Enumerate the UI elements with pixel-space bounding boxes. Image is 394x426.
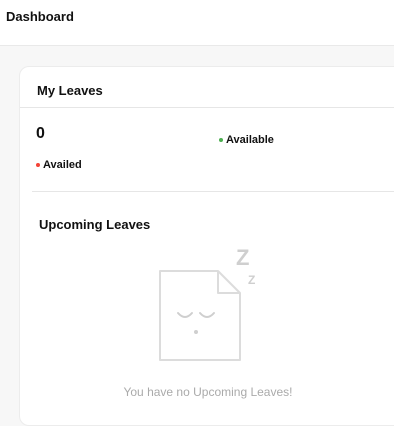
card-title: My Leaves bbox=[37, 83, 103, 98]
empty-state-message: You have no Upcoming Leaves! bbox=[123, 385, 293, 399]
available-dot-icon bbox=[219, 138, 223, 142]
leave-count: 0 bbox=[36, 125, 45, 142]
legend-availed: Availed bbox=[36, 159, 82, 171]
divider bbox=[32, 191, 394, 192]
svg-text:Z: Z bbox=[236, 245, 249, 270]
legend-available: Available bbox=[219, 134, 274, 146]
legend-available-label: Available bbox=[226, 134, 274, 146]
top-bar: Dashboard bbox=[0, 0, 394, 46]
legend-availed-label: Availed bbox=[43, 159, 82, 171]
page-title: Dashboard bbox=[6, 9, 74, 24]
svg-text:Z: Z bbox=[248, 273, 255, 287]
my-leaves-card: My Leaves 0 Available Availed Upcoming L… bbox=[19, 66, 394, 426]
availed-dot-icon bbox=[36, 163, 40, 167]
sleeping-document-icon: Z Z bbox=[156, 243, 266, 368]
upcoming-leaves-title: Upcoming Leaves bbox=[39, 217, 151, 232]
divider bbox=[20, 107, 394, 108]
